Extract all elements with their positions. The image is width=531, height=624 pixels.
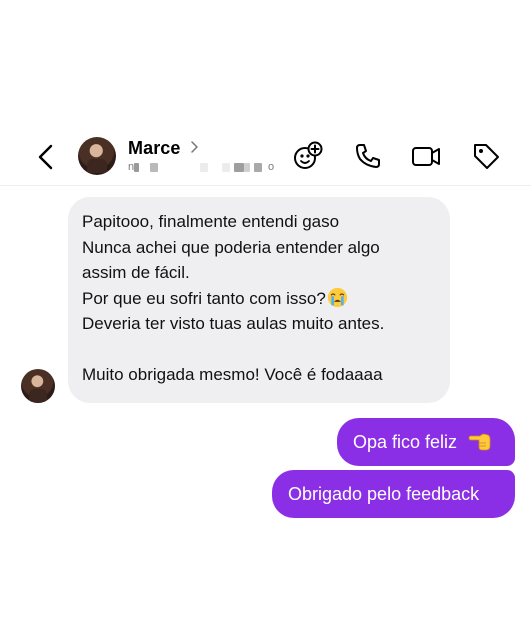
message-text: Obrigado pelo feedback xyxy=(288,484,480,504)
subtitle-end: o xyxy=(268,161,275,173)
message-line: Muito obrigada mesmo! Você é fodaaaa xyxy=(82,365,383,384)
incoming-message-bubble[interactable]: Papitooo, finalmente entendi gaso Nunca … xyxy=(68,197,450,403)
tag-button[interactable] xyxy=(470,140,502,172)
contact-subtitle-redacted: n o xyxy=(128,161,278,173)
chat-header: Marce n o xyxy=(0,128,531,186)
video-call-button[interactable] xyxy=(410,140,442,172)
outgoing-message-bubble[interactable]: Opa fico feliz xyxy=(337,418,515,466)
message-line-text: Por que eu sofri tanto com isso? xyxy=(82,288,326,308)
call-button[interactable] xyxy=(352,140,384,172)
loudly-crying-face-emoji-icon xyxy=(327,287,347,307)
pointing-left-hand-emoji-icon xyxy=(468,433,491,451)
message-text: Opa fico feliz xyxy=(353,432,458,452)
message-line: Nunca achei que poderia entender algo xyxy=(82,237,380,257)
chevron-left-icon xyxy=(38,144,53,170)
message-line: Deveria ter visto tuas aulas muito antes… xyxy=(82,314,385,333)
tag-icon xyxy=(474,144,499,169)
sender-avatar[interactable] xyxy=(21,369,55,403)
outgoing-message-bubble[interactable]: Obrigado pelo feedback xyxy=(272,470,515,518)
message-line: Papitooo, finalmente entendi gaso xyxy=(82,212,340,231)
video-camera-icon xyxy=(412,147,440,166)
chat-screen: Marce n o Papitooo, finalmente entendi g… xyxy=(0,0,531,624)
back-button[interactable] xyxy=(33,142,59,172)
contact-avatar[interactable] xyxy=(78,137,116,175)
contact-name[interactable]: Marce xyxy=(128,138,181,159)
phone-icon xyxy=(356,144,380,168)
chevron-right-icon[interactable] xyxy=(190,140,200,154)
message-line: assim de fácil. xyxy=(82,263,190,282)
effects-button[interactable] xyxy=(292,140,324,172)
sparkle-effects-icon xyxy=(294,141,323,169)
message-line-with-emoji: Por que eu sofri tanto com isso? xyxy=(82,286,436,312)
